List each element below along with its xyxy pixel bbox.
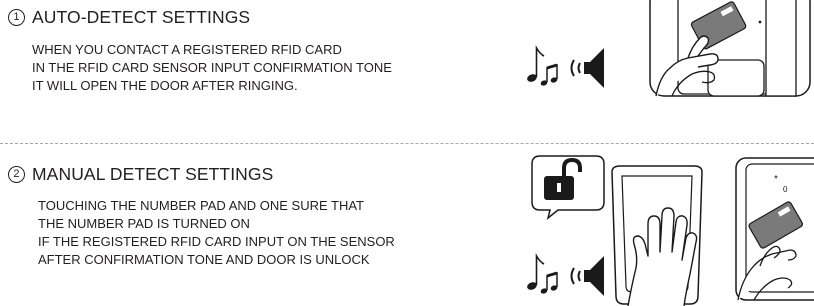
auto-detect-section: 1 AUTO-DETECT SETTINGS WHEN YOU CONTACT … [0, 0, 814, 140]
description-line: AFTER CONFIRMATION TONE AND DOOR IS UNLO… [38, 252, 370, 267]
manual-detect-heading: 2 MANUAL DETECT SETTINGS [8, 164, 273, 185]
manual-detect-description: TOUCHING THE NUMBER PAD AND ONE SURE THA… [38, 197, 395, 269]
description-line: IF THE REGISTERED RFID CARD INPUT ON THE… [38, 234, 395, 249]
hand-on-keypad-icon [611, 165, 703, 306]
auto-detect-heading: 1 AUTO-DETECT SETTINGS [8, 7, 250, 28]
description-line: WHEN YOU CONTACT A REGISTERED RFID CARD [32, 42, 342, 57]
auto-detect-description: WHEN YOU CONTACT A REGISTERED RFID CARD … [32, 41, 392, 95]
rfid-card-in-hand-icon [649, 0, 811, 97]
unlocked-padlock-icon [531, 155, 605, 220]
manual-detect-section: 2 MANUAL DETECT SETTINGS TOUCHING THE NU… [0, 150, 814, 306]
svg-text:0: 0 [783, 185, 788, 194]
auto-detect-title: AUTO-DETECT SETTINGS [32, 7, 251, 27]
svg-text:*: * [774, 174, 778, 185]
step-number-1: 1 [8, 9, 25, 26]
music-note-speaker-icon [527, 45, 604, 88]
rfid-card-in-hand-icon: * 0 [735, 157, 814, 301]
section-divider [0, 143, 814, 144]
description-line: IN THE RFID CARD SENSOR INPUT CONFIRMATI… [32, 60, 392, 75]
description-line: IT WILL OPEN THE DOOR AFTER RINGING. [32, 78, 298, 93]
description-line: THE NUMBER PAD IS TURNED ON [38, 216, 250, 231]
manual-detect-title: MANUAL DETECT SETTINGS [32, 164, 274, 184]
description-line: TOUCHING THE NUMBER PAD AND ONE SURE THA… [38, 198, 365, 213]
music-note-speaker-icon [527, 253, 604, 296]
step-number-2: 2 [8, 166, 25, 183]
